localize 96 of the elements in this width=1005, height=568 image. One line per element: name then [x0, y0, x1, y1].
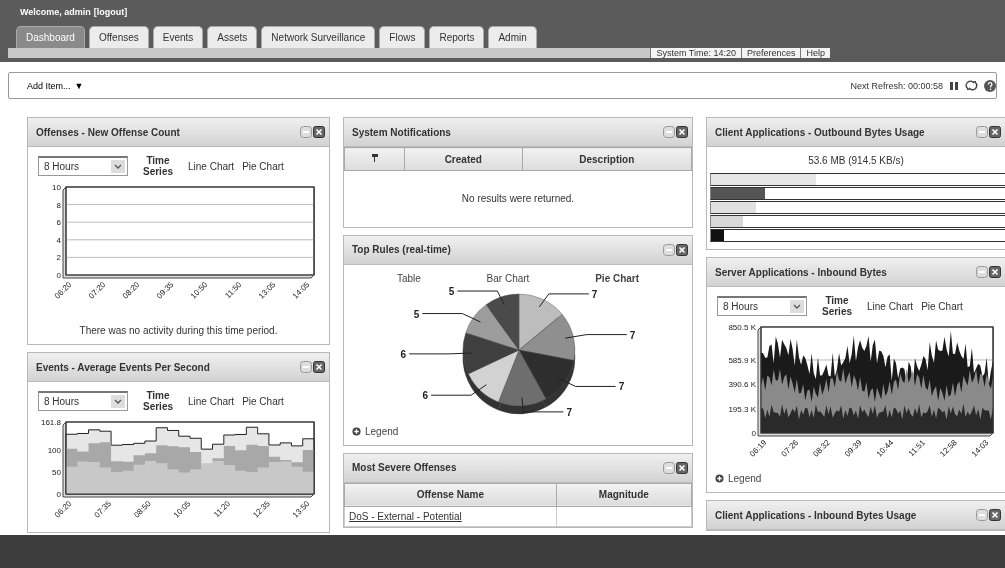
axis-label: 8 — [56, 200, 61, 210]
dropdown-icon — [111, 160, 125, 173]
axis-label: 585.9 K — [728, 356, 756, 365]
close-icon[interactable] — [989, 126, 1001, 138]
widget-title: Server Applications - Inbound Bytes — [715, 266, 887, 278]
axis-label: 850.5 K — [728, 323, 756, 332]
widget-title: Events - Average Events Per Second — [36, 361, 210, 373]
expand-icon — [352, 426, 361, 436]
axis-label: 0 — [56, 271, 61, 280]
close-icon[interactable] — [989, 509, 1001, 521]
data-label: 6 — [422, 389, 429, 401]
chart-view-link[interactable]: Time Series — [136, 390, 180, 412]
axis-label: 195.3 K — [728, 404, 756, 414]
nav-tab[interactable]: Network Surveillance — [261, 26, 376, 48]
header-link[interactable]: Help — [800, 48, 830, 58]
axis-label: 2 — [56, 253, 61, 263]
axis-label: 4 — [56, 235, 61, 245]
axis-label: 0 — [56, 490, 61, 499]
axis-label: 0 — [751, 429, 756, 438]
logout-link[interactable]: [logout] — [93, 7, 128, 17]
nav-tab[interactable]: Offenses — [88, 26, 149, 48]
chart-view-link[interactable]: Time Series — [815, 295, 859, 317]
widget-title: Offenses - New Offense Count — [36, 126, 180, 138]
header-link[interactable]: Preferences — [740, 48, 801, 58]
leader-line — [421, 312, 481, 322]
chart-view-link[interactable]: Line Chart — [867, 300, 914, 312]
nav-tab[interactable]: Flows — [379, 26, 426, 48]
close-icon[interactable] — [676, 243, 688, 256]
flag-icon — [370, 153, 379, 163]
widget-title: Client Applications - Inbound Bytes Usage — [715, 509, 917, 521]
chart-view-link[interactable]: Table — [396, 272, 421, 284]
widget-title: Client Applications - Outbound Bytes Usage — [715, 126, 925, 138]
chart-view-link[interactable]: Line Chart — [188, 160, 235, 172]
range-select[interactable]: 8 Hours — [38, 391, 128, 411]
axis-label: 50 — [52, 467, 61, 477]
refresh-timer: Next Refresh: 00:00:58 — [850, 80, 943, 91]
system-time: System Time: 14:20 — [650, 48, 741, 58]
leader-line — [538, 292, 590, 307]
widget-title: System Notifications — [352, 126, 451, 138]
column-header: Magnitude — [556, 483, 692, 506]
data-label: 7 — [591, 288, 598, 300]
leader-line — [430, 383, 487, 396]
nav-tab[interactable]: Admin — [488, 26, 537, 48]
axis-label: 390.6 K — [728, 380, 756, 390]
dropdown-icon — [111, 395, 125, 408]
chart-view-link[interactable]: Pie Chart — [595, 272, 640, 284]
usage-summary: 53.6 MB (914.5 KB/s) — [807, 154, 905, 168]
leader-line — [557, 377, 617, 387]
close-icon[interactable] — [989, 266, 1001, 278]
axis-label: 6 — [56, 218, 61, 228]
pause-icon[interactable] — [949, 80, 959, 91]
legend-toggle[interactable]: Legend — [344, 423, 692, 445]
empty-message: No results were returned. — [344, 170, 692, 227]
legend-toggle[interactable]: Legend — [707, 471, 1005, 492]
dropdown-icon — [790, 300, 804, 313]
chart-view-link[interactable]: Time Series — [136, 155, 180, 177]
nav-tab[interactable]: Assets — [207, 26, 258, 48]
nav-tab[interactable]: Events — [152, 26, 204, 48]
nav-tab[interactable]: Reports — [429, 26, 485, 48]
range-select[interactable]: 8 Hours — [38, 156, 128, 176]
column-header: Offense Name — [344, 483, 557, 506]
leader-line — [521, 396, 564, 412]
data-label: 6 — [400, 348, 407, 360]
pie-slice — [498, 349, 547, 406]
help-icon[interactable] — [984, 79, 996, 92]
expand-icon — [715, 474, 724, 483]
data-label: 5 — [413, 308, 420, 320]
refresh-icon[interactable] — [965, 80, 978, 91]
chart-view-link[interactable]: Pie Chart — [242, 395, 284, 407]
chart-view-link[interactable]: Pie Chart — [921, 300, 963, 312]
close-icon[interactable] — [676, 461, 688, 474]
data-label: 7 — [629, 329, 636, 341]
chart-view-link[interactable]: Pie Chart — [242, 160, 284, 172]
column-header: Created — [404, 147, 523, 171]
leader-line — [564, 333, 628, 339]
data-label: 5 — [448, 285, 455, 297]
chart-view-link[interactable]: Bar Chart — [486, 272, 530, 284]
leader-line — [408, 352, 472, 354]
pie-slice — [518, 293, 563, 350]
column-header: Description — [522, 147, 692, 171]
close-icon[interactable] — [676, 126, 688, 138]
widget-title: Top Rules (real-time) — [352, 244, 451, 255]
chart-view-link[interactable]: Line Chart — [188, 395, 235, 407]
close-icon[interactable] — [313, 361, 325, 373]
empty-message: There was no activity during this time period. — [78, 324, 279, 338]
leader-line — [456, 290, 505, 305]
axis-label: 161.8 — [40, 418, 61, 427]
close-icon[interactable] — [313, 126, 325, 138]
welcome-text: Welcome, admin — [20, 7, 91, 17]
axis-label: 100 — [47, 445, 61, 455]
data-label: 7 — [618, 380, 625, 392]
data-label: 7 — [566, 406, 572, 418]
axis-label: 10 — [52, 183, 61, 192]
add-item-button[interactable]: Add Item... ▼ — [25, 78, 86, 93]
widget-title: Most Severe Offenses — [352, 462, 457, 473]
range-select[interactable]: 8 Hours — [717, 296, 807, 316]
